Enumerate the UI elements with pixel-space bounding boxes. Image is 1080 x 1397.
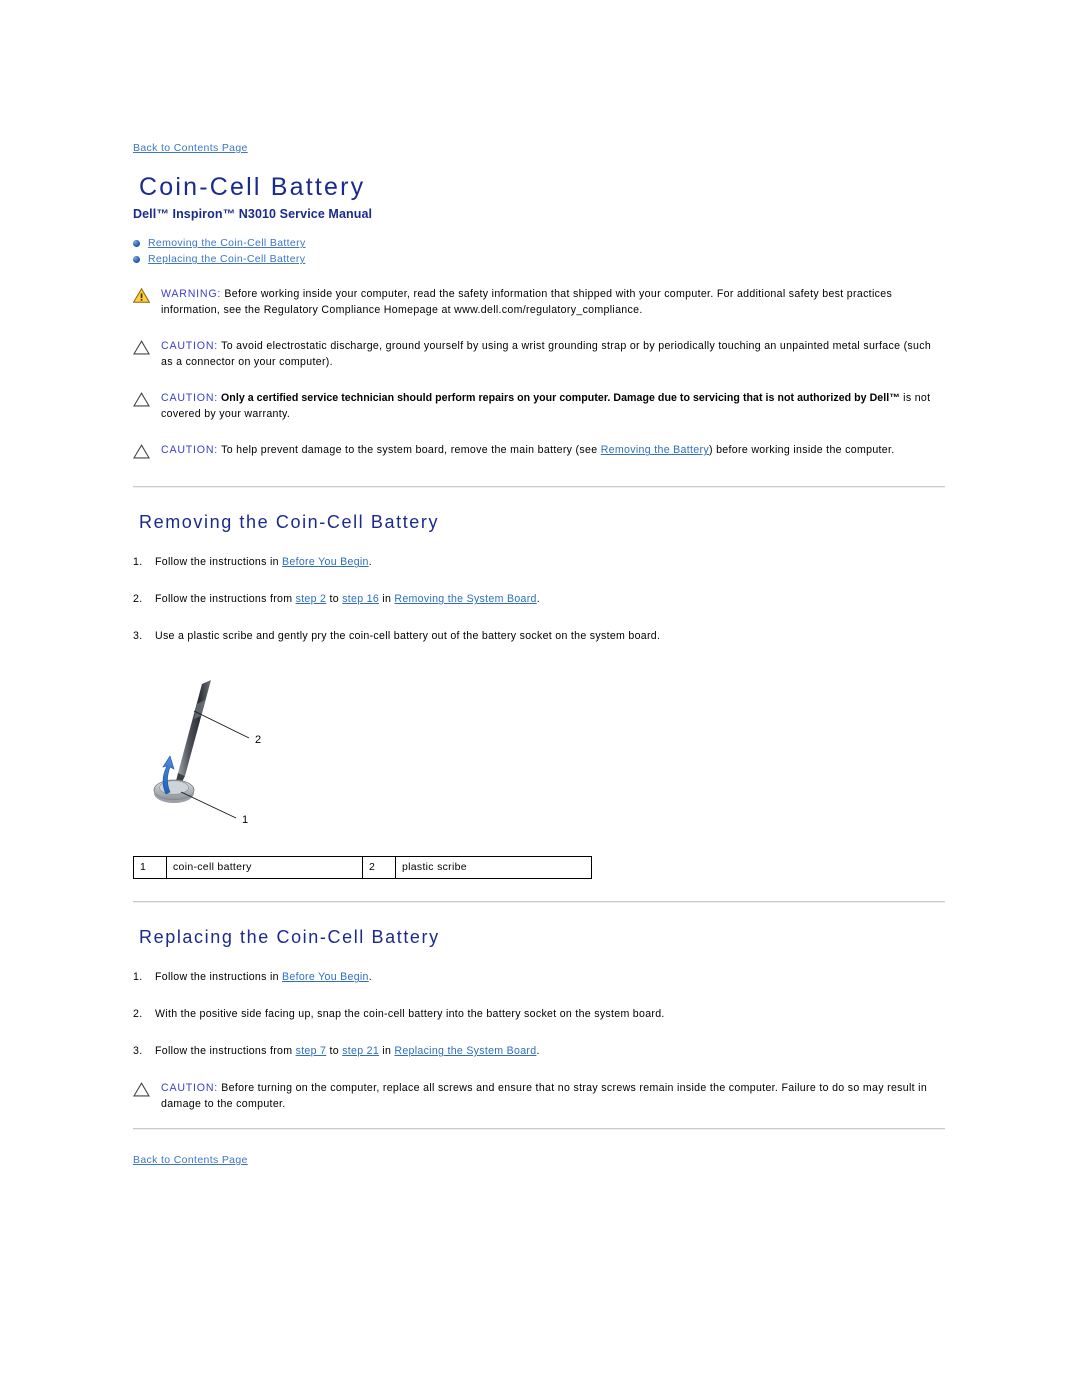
caution-notice-esd-text: CAUTION: To avoid electrostatic discharg… <box>161 339 945 370</box>
warning-triangle-icon <box>132 287 155 308</box>
list-item[interactable]: Replacing the Coin-Cell Battery <box>133 253 945 266</box>
replacing-section-heading: Replacing the Coin-Cell Battery <box>139 927 440 948</box>
section-divider <box>133 486 945 489</box>
caution-notice-esd: CAUTION: To avoid electrostatic discharg… <box>133 339 945 370</box>
step-number: 1. <box>133 556 143 569</box>
figure-callout-2: 2 <box>255 734 261 746</box>
warning-label: WARNING: <box>161 288 222 301</box>
step-text-mid: in <box>379 593 395 606</box>
caution-triangle-icon <box>133 391 155 412</box>
step-text-after: . <box>368 971 372 984</box>
footer: Back to Contents Page <box>133 1150 945 1168</box>
warning-notice: WARNING: Before working inside your comp… <box>132 287 945 318</box>
list-item: 1. Follow the instructions in Before You… <box>133 555 945 570</box>
section-divider <box>133 1128 945 1131</box>
coin-cell-removal-figure: 2 1 <box>141 666 391 846</box>
step-number: 3. <box>133 1045 143 1058</box>
removing-steps-list: 1. Follow the instructions in Before You… <box>133 555 945 644</box>
back-to-contents-link-bottom[interactable]: Back to Contents Page <box>133 1154 248 1166</box>
replacing-the-system-board-link[interactable]: Replacing the System Board <box>394 1045 536 1057</box>
list-item: 1. Follow the instructions in Before You… <box>133 970 945 985</box>
list-item: 3. Follow the instructions from step 7 t… <box>133 1044 945 1059</box>
step-text: Follow the instructions from step 7 to s… <box>155 1044 945 1059</box>
list-item: 2. Follow the instructions from step 2 t… <box>133 592 945 607</box>
table-of-contents: Removing the Coin-Cell Battery Replacing… <box>133 237 945 266</box>
caution-body: Before turning on the computer, replace … <box>161 1082 928 1110</box>
step-text-after: . <box>536 593 540 606</box>
step-text: Follow the instructions in Before You Be… <box>155 555 945 570</box>
replacing-steps-list: 1. Follow the instructions in Before You… <box>133 970 945 1059</box>
figure-callout-1: 1 <box>242 814 248 826</box>
callout-index-2: 2 <box>362 856 396 880</box>
step-number: 3. <box>133 630 143 643</box>
callout-index-1: 1 <box>133 856 167 880</box>
page-subtitle: Dell™ Inspiron™ N3010 Service Manual <box>133 207 373 222</box>
step-text: Follow the instructions in Before You Be… <box>155 970 945 985</box>
step-text-mid: in <box>379 1045 395 1058</box>
step-text-before: Follow the instructions from <box>155 593 296 606</box>
bullet-icon <box>133 256 140 264</box>
step-text: Follow the instructions from step 2 to s… <box>155 592 945 607</box>
figure-callout-table: 1 coin-cell battery 2 plastic scribe <box>133 856 592 880</box>
caution-body: To avoid electrostatic discharge, ground… <box>161 340 932 368</box>
before-you-begin-link[interactable]: Before You Begin <box>282 971 369 983</box>
caution-notice-system-board: CAUTION: To help prevent damage to the s… <box>133 443 945 464</box>
step-number: 1. <box>133 971 143 984</box>
table-row: 1 coin-cell battery 2 plastic scribe <box>133 856 592 880</box>
caution-label: CAUTION: <box>161 444 219 457</box>
caution-triangle-icon <box>133 443 155 464</box>
removing-section-heading: Removing the Coin-Cell Battery <box>139 512 440 533</box>
caution-notice-system-board-text: CAUTION: To help prevent damage to the s… <box>161 443 895 459</box>
caution-body-before: To help prevent damage to the system boa… <box>218 444 601 457</box>
warning-body: Before working inside your computer, rea… <box>161 288 893 316</box>
caution-notice-screws-text: CAUTION: Before turning on the computer,… <box>161 1081 945 1112</box>
caution-notice-technician-text: CAUTION: Only a certified service techni… <box>161 391 945 422</box>
warning-notice-text: WARNING: Before working inside your comp… <box>161 287 945 318</box>
step-text-before: Follow the instructions from <box>155 1045 296 1058</box>
caution-notice-technician: CAUTION: Only a certified service techni… <box>133 391 945 422</box>
list-item: 3. Use a plastic scribe and gently pry t… <box>133 629 945 644</box>
list-item: 2. With the positive side facing up, sna… <box>133 1007 945 1022</box>
caution-notice-screws: CAUTION: Before turning on the computer,… <box>133 1081 945 1112</box>
caution-triangle-icon <box>133 1081 155 1102</box>
step-number: 2. <box>133 1008 143 1021</box>
step-21-link[interactable]: step 21 <box>342 1045 379 1057</box>
section-divider <box>133 901 945 904</box>
callout-label-2: plastic scribe <box>395 856 592 880</box>
step-16-link[interactable]: step 16 <box>342 593 379 605</box>
callout-label-1: coin-cell battery <box>166 856 363 880</box>
step-number: 2. <box>133 593 143 606</box>
removing-the-system-board-link[interactable]: Removing the System Board <box>394 593 536 605</box>
step-text-after: . <box>536 1045 540 1058</box>
before-you-begin-link[interactable]: Before You Begin <box>282 556 369 568</box>
step-2-link[interactable]: step 2 <box>296 593 327 605</box>
caution-body-after: ) before working inside the computer. <box>708 444 895 457</box>
toc-link-replacing[interactable]: Replacing the Coin-Cell Battery <box>148 253 305 266</box>
bullet-icon <box>133 240 140 248</box>
caution-label: CAUTION: <box>161 1082 219 1095</box>
step-text-mid: to <box>326 1045 343 1058</box>
step-text-before: Follow the instructions in <box>155 556 283 569</box>
step-text-after: . <box>368 556 372 569</box>
caution-triangle-icon <box>133 339 155 360</box>
toc-link-removing[interactable]: Removing the Coin-Cell Battery <box>148 237 306 250</box>
list-item[interactable]: Removing the Coin-Cell Battery <box>133 237 945 250</box>
caution-body-bold: Only a certified service technician shou… <box>218 392 900 405</box>
back-to-contents-link-top[interactable]: Back to Contents Page <box>133 142 248 154</box>
step-text: Use a plastic scribe and gently pry the … <box>155 630 661 643</box>
step-7-link[interactable]: step 7 <box>296 1045 327 1057</box>
page-title: Coin-Cell Battery <box>139 173 366 201</box>
step-text: With the positive side facing up, snap t… <box>155 1008 665 1021</box>
document-page: Back to Contents Page Coin-Cell Battery … <box>132 138 945 1168</box>
step-text-before: Follow the instructions in <box>155 971 283 984</box>
caution-label: CAUTION: <box>161 392 219 405</box>
removing-the-battery-link[interactable]: Removing the Battery <box>601 444 709 456</box>
step-text-mid: to <box>326 593 343 606</box>
caution-label: CAUTION: <box>161 340 219 353</box>
